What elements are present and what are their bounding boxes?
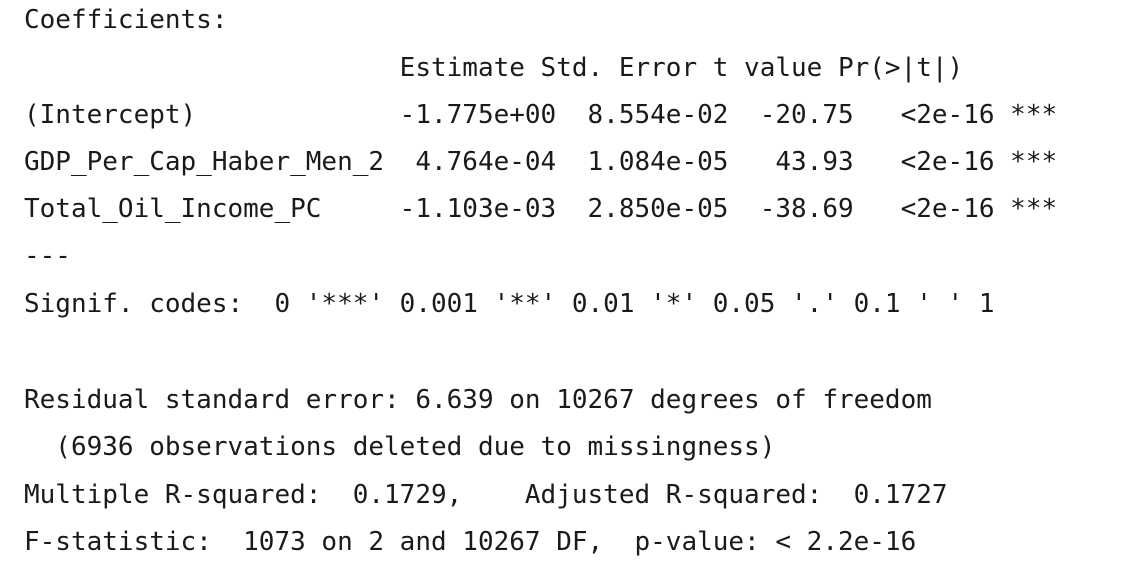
coefficient-row-total-oil-income: Total_Oil_Income_PC -1.103e-03 2.850e-05… <box>24 194 1058 224</box>
signif-codes-line: Signif. codes: 0 '***' 0.001 '**' 0.01 '… <box>24 289 995 319</box>
coefficients-heading: Coefficients: <box>24 5 228 35</box>
regression-output: Coefficients: Estimate Std. Error t valu… <box>0 0 1142 568</box>
separator-line: --- <box>24 241 71 271</box>
coefficient-row-intercept: (Intercept) -1.775e+00 8.554e-02 -20.75 … <box>24 100 1058 130</box>
coefficients-column-header: Estimate Std. Error t value Pr(>|t|) <box>24 53 964 83</box>
f-statistic-line: F-statistic: 1073 on 2 and 10267 DF, p-v… <box>24 527 917 557</box>
coefficient-row-gdp-per-cap: GDP_Per_Cap_Haber_Men_2 4.764e-04 1.084e… <box>24 147 1058 177</box>
residual-standard-error-line: Residual standard error: 6.639 on 10267 … <box>24 385 932 415</box>
r-squared-line: Multiple R-squared: 0.1729, Adjusted R-s… <box>24 480 948 510</box>
observations-deleted-line: (6936 observations deleted due to missin… <box>24 432 776 462</box>
